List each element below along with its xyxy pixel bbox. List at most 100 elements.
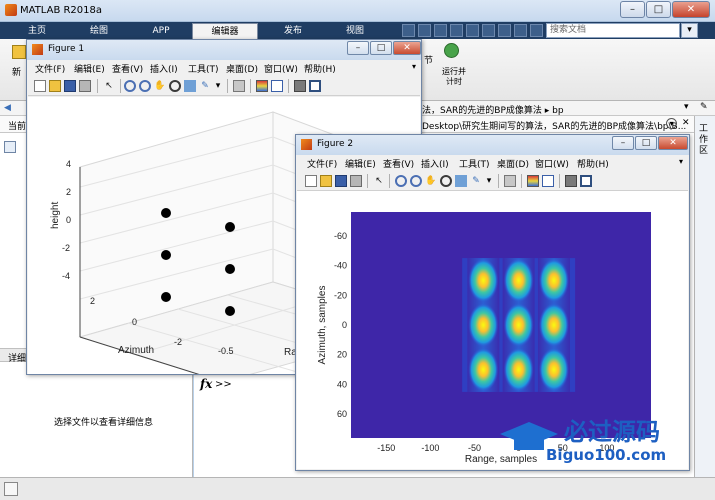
run-and-time-button[interactable]: 运行并 计时 bbox=[437, 67, 471, 87]
figure2-titlebar[interactable]: Figure 2 – □ ✕ bbox=[296, 135, 689, 155]
menu-help[interactable]: 帮助(H) bbox=[304, 62, 336, 75]
figure1-maximize-button[interactable]: □ bbox=[370, 41, 392, 55]
brush-icon[interactable]: ✎ bbox=[470, 175, 482, 187]
hide-tools-icon[interactable] bbox=[294, 80, 306, 92]
quick-access-switch-icon[interactable] bbox=[498, 24, 511, 37]
menu-tools[interactable]: 工具(T) bbox=[188, 62, 219, 75]
figure1-titlebar[interactable]: Figure 1 – □ ✕ bbox=[27, 40, 421, 60]
new-icon[interactable] bbox=[34, 80, 46, 92]
figure2-minimize-button[interactable]: – bbox=[612, 136, 634, 150]
menu-window[interactable]: 窗口(W) bbox=[535, 157, 569, 170]
search-docs-input[interactable]: 搜索文档 bbox=[546, 23, 680, 38]
scatter-point bbox=[225, 264, 235, 274]
tab-home[interactable]: 主页 bbox=[6, 23, 68, 39]
figure1-minimize-button[interactable]: – bbox=[347, 41, 369, 55]
zoom-in-icon[interactable] bbox=[395, 175, 407, 187]
quick-access-paste-icon[interactable] bbox=[450, 24, 463, 37]
menu-file[interactable]: 文件(F) bbox=[307, 157, 337, 170]
pointer-icon[interactable]: ↖ bbox=[373, 175, 385, 187]
zoom-out-icon[interactable] bbox=[410, 175, 422, 187]
menu-insert[interactable]: 插入(I) bbox=[150, 62, 178, 75]
quick-access-dropdown-icon[interactable] bbox=[530, 24, 543, 37]
zoom-out-icon[interactable] bbox=[139, 80, 151, 92]
x-tick-label: -100 bbox=[421, 443, 439, 453]
quick-access-save-icon[interactable] bbox=[402, 24, 415, 37]
brush-dropdown-icon[interactable]: ▾ bbox=[483, 175, 495, 187]
menu-edit[interactable]: 编辑(E) bbox=[345, 157, 376, 170]
back-arrow-icon[interactable]: ◀ bbox=[4, 103, 11, 113]
tab-apps[interactable]: APP bbox=[130, 23, 192, 39]
new-icon[interactable] bbox=[305, 175, 317, 187]
menu-view[interactable]: 查看(V) bbox=[383, 157, 414, 170]
zoom-in-icon[interactable] bbox=[124, 80, 136, 92]
function-browser-icon[interactable]: fx bbox=[200, 377, 212, 391]
open-icon[interactable] bbox=[320, 175, 332, 187]
path-dropdown-icon[interactable]: ▾ bbox=[684, 102, 689, 112]
menu-desktop[interactable]: 桌面(D) bbox=[497, 157, 529, 170]
close-button[interactable]: ✕ bbox=[672, 1, 710, 18]
pan-icon[interactable]: ✋ bbox=[154, 80, 166, 92]
hide-tools-icon[interactable] bbox=[565, 175, 577, 187]
folder-tree-toggle-icon[interactable] bbox=[4, 141, 16, 153]
tab-editor[interactable]: 编辑器 bbox=[192, 23, 258, 39]
z-tick-label: -2 bbox=[62, 243, 70, 253]
menu-desktop[interactable]: 桌面(D) bbox=[226, 62, 258, 75]
search-icon[interactable]: ▾ bbox=[681, 23, 698, 38]
show-tools-icon[interactable] bbox=[580, 175, 592, 187]
quick-access-copy-icon[interactable] bbox=[434, 24, 447, 37]
new-button-label[interactable]: 新 bbox=[12, 65, 21, 78]
save-icon[interactable] bbox=[335, 175, 347, 187]
quick-access-undo-icon[interactable] bbox=[466, 24, 479, 37]
quick-access-help-icon[interactable] bbox=[514, 24, 527, 37]
print-icon[interactable] bbox=[79, 80, 91, 92]
save-icon[interactable] bbox=[64, 80, 76, 92]
command-prompt[interactable]: >> bbox=[215, 379, 232, 390]
menu-tools[interactable]: 工具(T) bbox=[459, 157, 490, 170]
menu-help[interactable]: 帮助(H) bbox=[577, 157, 609, 170]
data-cursor-icon[interactable] bbox=[455, 175, 467, 187]
colorbar-icon[interactable] bbox=[256, 80, 268, 92]
menu-window[interactable]: 窗口(W) bbox=[264, 62, 298, 75]
workspace-tab-label[interactable]: 工作区 bbox=[699, 124, 711, 157]
tab-plots[interactable]: 绘图 bbox=[68, 23, 130, 39]
run-and-time-icon[interactable] bbox=[444, 43, 459, 58]
colorbar-icon[interactable] bbox=[527, 175, 539, 187]
legend-icon[interactable] bbox=[271, 80, 283, 92]
legend-icon[interactable] bbox=[542, 175, 554, 187]
menubar-dock-icon[interactable]: ▾ bbox=[679, 157, 683, 166]
menubar-dock-icon[interactable]: ▾ bbox=[412, 62, 416, 71]
link-icon[interactable] bbox=[233, 80, 245, 92]
workspace-rail[interactable]: 工作区 bbox=[694, 116, 715, 477]
link-icon[interactable] bbox=[504, 175, 516, 187]
status-indicator-icon bbox=[4, 482, 18, 496]
panel-options-icon[interactable]: ▾ bbox=[666, 118, 677, 129]
quick-access-cut-icon[interactable] bbox=[418, 24, 431, 37]
figure1-close-button[interactable]: ✕ bbox=[393, 41, 421, 55]
figure2-maximize-button[interactable]: □ bbox=[635, 136, 657, 150]
menu-file[interactable]: 文件(F) bbox=[35, 62, 65, 75]
rotate-icon[interactable] bbox=[169, 80, 181, 92]
figure-icon bbox=[301, 139, 312, 150]
rotate-icon[interactable] bbox=[440, 175, 452, 187]
quick-access-redo-icon[interactable] bbox=[482, 24, 495, 37]
figure2-close-button[interactable]: ✕ bbox=[658, 136, 688, 150]
new-file-icon[interactable] bbox=[12, 45, 26, 59]
pan-icon[interactable]: ✋ bbox=[425, 175, 437, 187]
tab-view[interactable]: 视图 bbox=[324, 23, 386, 39]
panel-close-icon[interactable]: ✕ bbox=[682, 118, 690, 128]
minimize-button[interactable]: – bbox=[620, 1, 645, 18]
tab-publish[interactable]: 发布 bbox=[262, 23, 324, 39]
menu-view[interactable]: 查看(V) bbox=[112, 62, 143, 75]
maximize-button[interactable]: □ bbox=[646, 1, 671, 18]
show-tools-icon[interactable] bbox=[309, 80, 321, 92]
menu-insert[interactable]: 插入(I) bbox=[421, 157, 449, 170]
brush-icon[interactable]: ✎ bbox=[199, 80, 211, 92]
data-cursor-icon[interactable] bbox=[184, 80, 196, 92]
pointer-icon[interactable]: ↖ bbox=[103, 80, 115, 92]
current-path[interactable]: 法，SAR的先进的BP成像算法 ▸ bp bbox=[422, 103, 564, 116]
menu-edit[interactable]: 编辑(E) bbox=[74, 62, 105, 75]
browse-folder-icon[interactable]: ✎ bbox=[700, 102, 708, 112]
print-icon[interactable] bbox=[350, 175, 362, 187]
open-icon[interactable] bbox=[49, 80, 61, 92]
brush-dropdown-icon[interactable]: ▾ bbox=[212, 80, 224, 92]
